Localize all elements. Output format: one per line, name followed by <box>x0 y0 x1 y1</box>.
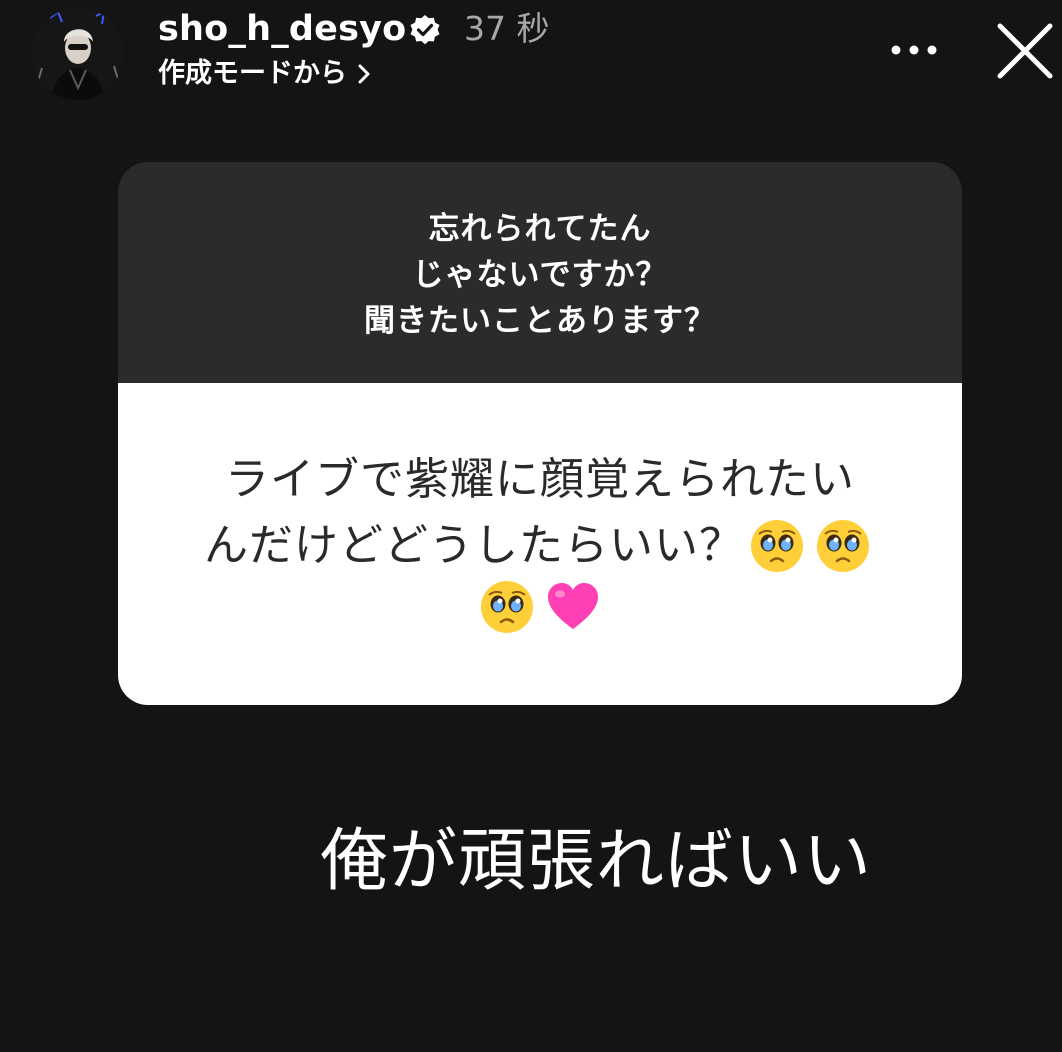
prompt-line: 聞きたいことあります？ <box>364 302 716 339</box>
pleading-face-emoji <box>481 581 533 633</box>
question-prompt: 忘れられてたん じゃないですか？ 聞きたいことあります？ <box>118 162 962 383</box>
answer-text: ライブで紫耀に顔覚えられたい <box>225 454 855 505</box>
more-horizontal-icon[interactable] <box>886 30 946 70</box>
time-ago: 37 秒 <box>464 9 550 48</box>
prompt-line: 忘れられてたん <box>428 210 652 247</box>
source-link-label: 作成モードから <box>158 58 347 89</box>
avatar[interactable] <box>32 8 124 100</box>
pleading-face-emoji <box>817 520 869 572</box>
reply-text: 俺が頑張ればいい <box>320 822 873 901</box>
verified-badge-icon <box>410 15 440 45</box>
answer-text: んだけどどうしたらいい？ <box>204 520 744 571</box>
answer-line: ライブで紫耀に顔覚えられたい <box>225 447 855 513</box>
chevron-right-icon <box>358 64 370 84</box>
answer-line: んだけどどうしたらいい？ <box>204 513 876 579</box>
close-icon[interactable] <box>990 16 1060 86</box>
answer-line <box>474 579 606 635</box>
source-link[interactable]: 作成モードから <box>158 55 371 93</box>
question-answer: ライブで紫耀に顔覚えられたい んだけどどうしたらいい？ <box>118 383 962 705</box>
pleading-face-emoji <box>751 520 803 572</box>
question-card: 忘れられてたん じゃないですか？ 聞きたいことあります？ ライブで紫耀に顔覚えら… <box>118 162 962 705</box>
prompt-line: じゃないですか？ <box>412 256 668 293</box>
profile-photo <box>32 8 124 100</box>
pink-heart-emoji <box>548 583 598 629</box>
username[interactable]: sho_h_desyo <box>158 6 406 52</box>
